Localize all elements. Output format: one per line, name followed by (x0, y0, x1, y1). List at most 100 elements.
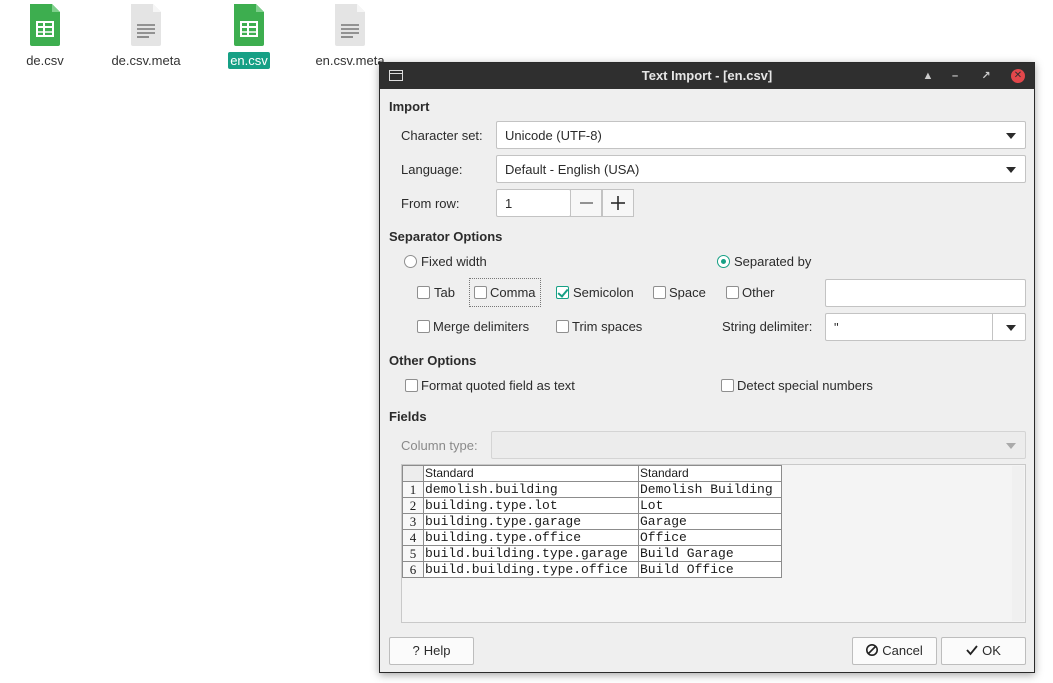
dropdown-arrow-icon[interactable] (1006, 325, 1016, 331)
ok-label: OK (982, 643, 1001, 658)
trim-spaces-checkbox[interactable] (556, 320, 569, 333)
dialog-title: Text Import - [en.csv] (641, 68, 773, 83)
table-row: 3 building.type.garage Garage (402, 513, 782, 530)
vertical-scrollbar[interactable] (1012, 466, 1024, 621)
cell[interactable]: demolish.building (423, 481, 639, 498)
other-checkbox[interactable] (726, 286, 739, 299)
text-import-dialog: Text Import - [en.csv] ▲ – ↗ ✕ Import Ch… (379, 62, 1035, 673)
fields-preview[interactable]: Standard Standard 1 demolish.building Demo… (401, 464, 1026, 623)
cell[interactable]: building.type.office (423, 529, 639, 546)
desktop-icon-en-csv-meta[interactable]: en.csv.meta (305, 4, 395, 69)
format-quoted-checkbox[interactable] (405, 379, 418, 392)
merge-delimiters-checkbox[interactable] (417, 320, 430, 333)
charset-value: Unicode (UTF-8) (505, 128, 602, 143)
spreadsheet-file-icon (28, 4, 62, 46)
table-row: 1 demolish.building Demolish Building (402, 481, 782, 498)
fixed-width-label[interactable]: Fixed width (421, 254, 487, 269)
file-label: en.csv (228, 52, 270, 69)
cell[interactable]: building.type.garage (423, 513, 639, 530)
from-row-input[interactable]: 1 (496, 189, 571, 217)
dropdown-arrow-icon (1006, 133, 1016, 139)
combo-divider (992, 314, 993, 340)
text-file-icon (129, 4, 163, 46)
format-quoted-label[interactable]: Format quoted field as text (421, 378, 575, 393)
cell[interactable]: Office (638, 529, 782, 546)
shade-icon[interactable]: ▲ (921, 69, 935, 83)
cell[interactable]: Garage (638, 513, 782, 530)
space-checkbox[interactable] (653, 286, 666, 299)
decrement-button[interactable] (570, 189, 602, 217)
row-number: 2 (402, 497, 424, 514)
space-label[interactable]: Space (669, 285, 706, 300)
section-other-options: Other Options (389, 353, 477, 368)
comma-checkbox[interactable] (474, 286, 487, 299)
table-row: 2 building.type.lot Lot (402, 497, 782, 514)
increment-button[interactable] (602, 189, 634, 217)
cancel-button[interactable]: Cancel (852, 637, 937, 665)
cell[interactable]: build.building.type.garage (423, 545, 639, 562)
dropdown-arrow-icon (1006, 167, 1016, 173)
cell[interactable]: Build Garage (638, 545, 782, 562)
section-import: Import (389, 99, 430, 114)
help-label: Help (423, 643, 451, 658)
row-number: 6 (402, 561, 424, 578)
language-select[interactable]: Default - English (USA) (496, 155, 1026, 183)
cell[interactable]: Build Office (638, 561, 782, 578)
tab-checkbox[interactable] (417, 286, 430, 299)
section-separator-options: Separator Options (389, 229, 503, 244)
column-header[interactable]: Standard (638, 465, 782, 482)
semicolon-label[interactable]: Semicolon (573, 285, 634, 300)
charset-label: Character set: (401, 128, 483, 143)
charset-select[interactable]: Unicode (UTF-8) (496, 121, 1026, 149)
title-bar[interactable]: Text Import - [en.csv] ▲ – ↗ ✕ (380, 63, 1034, 89)
from-row-label: From row: (401, 196, 460, 211)
file-label: de.csv.meta (111, 53, 181, 68)
table-row: 4 building.type.office Office (402, 529, 782, 546)
separated-by-label[interactable]: Separated by (734, 254, 811, 269)
text-file-icon (333, 4, 367, 46)
file-label: en.csv.meta (315, 53, 385, 68)
other-separator-input[interactable] (825, 279, 1026, 307)
table-row: 6 build.building.type.office Build Office (402, 561, 782, 578)
row-number: 3 (402, 513, 424, 530)
question-icon: ? (412, 643, 420, 658)
cell[interactable]: Lot (638, 497, 782, 514)
desktop-icon-de-csv-meta[interactable]: de.csv.meta (101, 4, 191, 69)
column-type-label: Column type: (401, 438, 478, 453)
comma-label[interactable]: Comma (490, 285, 536, 300)
checkmark-icon (966, 638, 978, 664)
other-label[interactable]: Other (742, 285, 775, 300)
merge-delimiters-label[interactable]: Merge delimiters (433, 319, 529, 334)
cell[interactable]: Demolish Building (638, 481, 782, 498)
minus-icon (580, 202, 593, 204)
string-delimiter-value: " (834, 320, 839, 335)
minimize-icon[interactable]: – (948, 69, 962, 83)
detect-special-label[interactable]: Detect special numbers (737, 378, 873, 393)
help-button[interactable]: ? Help (389, 637, 474, 665)
language-label: Language: (401, 162, 463, 177)
desktop-icon-de-csv[interactable]: de.csv (0, 4, 90, 69)
detect-special-checkbox[interactable] (721, 379, 734, 392)
row-number: 5 (402, 545, 424, 562)
column-header[interactable]: Standard (423, 465, 639, 482)
string-delimiter-label: String delimiter: (722, 319, 813, 334)
close-icon[interactable]: ✕ (1011, 69, 1025, 83)
preview-grid: Standard Standard 1 demolish.building Demo… (402, 465, 782, 578)
maximize-icon[interactable]: ↗ (979, 69, 993, 83)
cell[interactable]: building.type.lot (423, 497, 639, 514)
cancel-icon (866, 638, 879, 664)
file-label: de.csv (26, 53, 64, 68)
trim-spaces-label[interactable]: Trim spaces (572, 319, 642, 334)
string-delimiter-combo[interactable]: " (825, 313, 1026, 341)
grid-corner (402, 465, 424, 482)
row-number: 1 (402, 481, 424, 498)
tab-label[interactable]: Tab (434, 285, 455, 300)
column-type-select[interactable] (491, 431, 1026, 459)
cell[interactable]: build.building.type.office (423, 561, 639, 578)
separated-by-radio[interactable] (717, 255, 730, 268)
fixed-width-radio[interactable] (404, 255, 417, 268)
ok-button[interactable]: OK (941, 637, 1026, 665)
desktop-icon-en-csv[interactable]: en.csv (204, 4, 294, 69)
table-row: 5 build.building.type.garage Build Garage (402, 545, 782, 562)
semicolon-checkbox[interactable] (556, 286, 569, 299)
